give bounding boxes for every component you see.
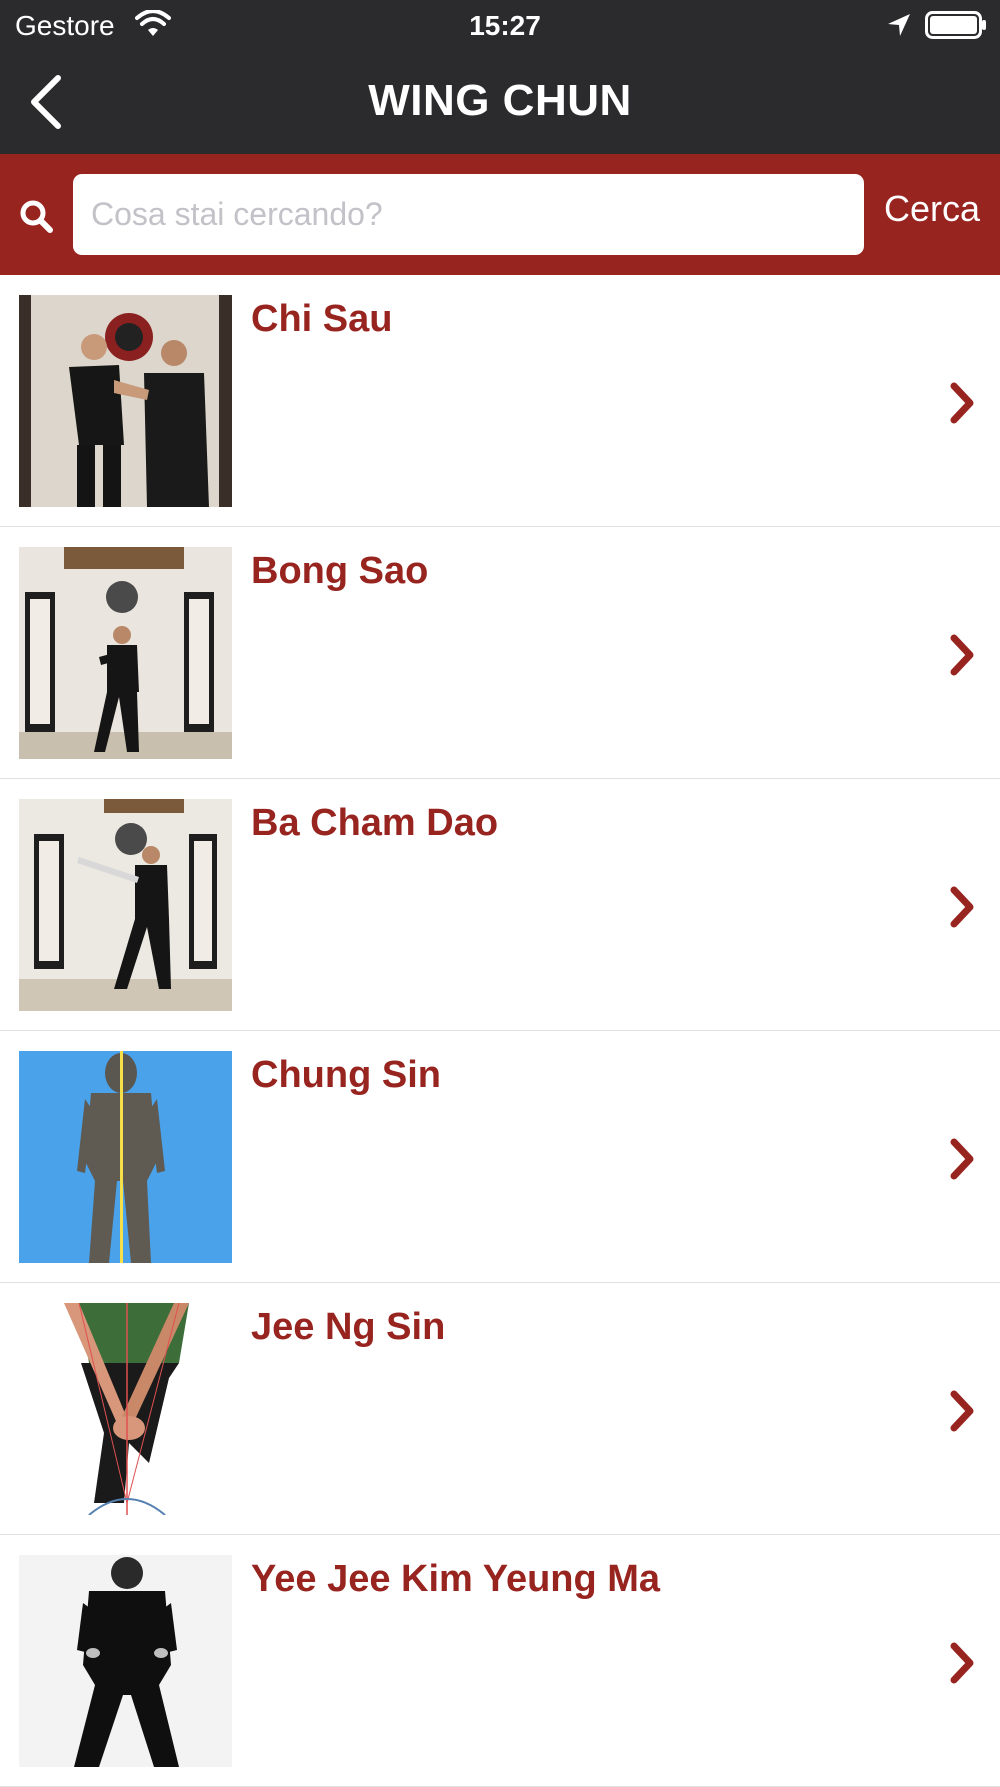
- item-thumbnail: [19, 295, 232, 507]
- chevron-right-icon: [950, 886, 974, 928]
- chevron-right-icon: [950, 1390, 974, 1432]
- chevron-right-icon: [950, 382, 974, 424]
- list-item-bong-sao[interactable]: Bong Sao: [0, 527, 1000, 779]
- item-title: Chi Sau: [251, 298, 393, 340]
- page-title: WING CHUN: [368, 76, 632, 125]
- item-thumbnail: [19, 547, 232, 759]
- item-thumbnail: [19, 1051, 232, 1263]
- list-item-yee-jee-kim-yeung-ma[interactable]: Yee Jee Kim Yeung Ma: [0, 1535, 1000, 1787]
- item-thumbnail: [19, 1555, 232, 1767]
- item-title: Ba Cham Dao: [251, 802, 499, 844]
- search-icon: [20, 200, 53, 233]
- navigation-bar: WING CHUN: [0, 50, 1000, 154]
- list-item-chi-sau[interactable]: Chi Sau: [0, 275, 1000, 527]
- chevron-right-icon: [950, 1138, 974, 1180]
- location-arrow-icon: [888, 14, 910, 36]
- chevron-right-icon: [950, 1642, 974, 1684]
- item-title: Chung Sin: [251, 1054, 441, 1096]
- list-item-ba-cham-dao[interactable]: Ba Cham Dao: [0, 779, 1000, 1031]
- battery-icon: [925, 11, 986, 39]
- item-title: Bong Sao: [251, 550, 429, 592]
- status-time: 15:27: [469, 10, 541, 41]
- search-bar: Cerca: [0, 154, 1000, 275]
- item-title: Yee Jee Kim Yeung Ma: [251, 1558, 661, 1600]
- chevron-right-icon: [950, 634, 974, 676]
- technique-list: Chi Sau Bong Sao Ba Cham Dao Chung Sin J…: [0, 275, 1000, 1787]
- item-thumbnail: [19, 799, 232, 1011]
- item-title: Jee Ng Sin: [251, 1306, 446, 1348]
- list-item-chung-sin[interactable]: Chung Sin: [0, 1031, 1000, 1283]
- item-thumbnail: [19, 1303, 232, 1515]
- search-button[interactable]: Cerca: [884, 188, 980, 230]
- search-input[interactable]: [73, 174, 864, 255]
- status-bar: Gestore 15:27: [0, 0, 1000, 50]
- list-item-jee-ng-sin[interactable]: Jee Ng Sin: [0, 1283, 1000, 1535]
